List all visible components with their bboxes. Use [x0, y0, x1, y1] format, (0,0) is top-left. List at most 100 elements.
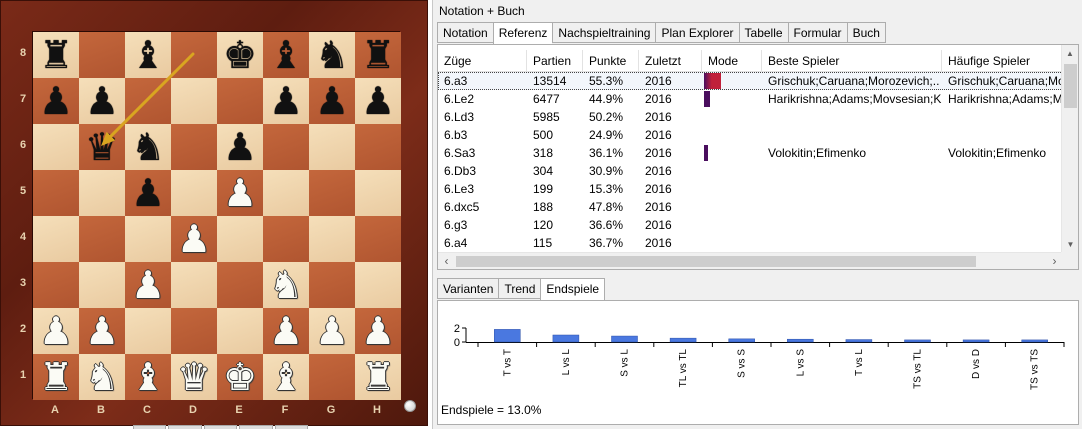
square-d3[interactable] [171, 262, 217, 308]
square-f5[interactable] [263, 170, 309, 216]
square-h2[interactable]: ♟ [355, 308, 401, 354]
square-c7[interactable] [125, 78, 171, 124]
white-knight-icon[interactable]: ♞ [85, 354, 119, 400]
white-bishop-icon[interactable]: ♝ [131, 354, 165, 400]
black-bishop-icon[interactable]: ♝ [131, 32, 165, 78]
board-bottom-tabs[interactable] [133, 425, 309, 429]
square-e4[interactable] [217, 216, 263, 262]
square-d7[interactable] [171, 78, 217, 124]
black-pawn-icon[interactable]: ♟ [361, 78, 395, 124]
black-pawn-icon[interactable]: ♟ [269, 78, 303, 124]
black-pawn-icon[interactable]: ♟ [223, 124, 257, 170]
tab-varianten[interactable]: Varianten [437, 278, 499, 299]
table-row[interactable]: 6.Ld3 5985 50.2% 2016 [438, 108, 1063, 126]
square-g2[interactable]: ♟ [309, 308, 355, 354]
chess-board[interactable]: ♜ ♝ ♚ ♝ ♞ ♜ ♟ ♟ ♟ ♟ ♟ ♛ ♞ ♟ ♟ ♟ ♟ ♟ ♞ ♟ ♟ ♟ ♟ ♟ ♜ ♞ ♝ ♛ ♚ ♝ ♜ [32, 31, 401, 400]
horizontal-scrollbar[interactable]: ‹ › [438, 252, 1063, 269]
square-c6[interactable]: ♞ [125, 124, 171, 170]
square-g1[interactable] [309, 354, 355, 400]
square-c5[interactable]: ♟ [125, 170, 171, 216]
square-h1[interactable]: ♜ [355, 354, 401, 400]
white-rook-icon[interactable]: ♜ [361, 354, 395, 400]
square-b8[interactable] [79, 32, 125, 78]
tab-tabelle[interactable]: Tabelle [738, 22, 788, 43]
square-b1[interactable]: ♞ [79, 354, 125, 400]
square-g7[interactable]: ♟ [309, 78, 355, 124]
square-d1[interactable]: ♛ [171, 354, 217, 400]
square-e6[interactable]: ♟ [217, 124, 263, 170]
square-e1[interactable]: ♚ [217, 354, 263, 400]
black-queen-icon[interactable]: ♛ [85, 124, 119, 170]
square-e8[interactable]: ♚ [217, 32, 263, 78]
white-pawn-icon[interactable]: ♟ [39, 308, 73, 354]
square-g5[interactable] [309, 170, 355, 216]
square-g4[interactable] [309, 216, 355, 262]
black-knight-icon[interactable]: ♞ [315, 32, 349, 78]
white-bishop-icon[interactable]: ♝ [269, 354, 303, 400]
white-queen-icon[interactable]: ♛ [177, 354, 211, 400]
black-pawn-icon[interactable]: ♟ [39, 78, 73, 124]
square-a5[interactable] [33, 170, 79, 216]
square-e2[interactable] [217, 308, 263, 354]
square-h6[interactable] [355, 124, 401, 170]
square-g8[interactable]: ♞ [309, 32, 355, 78]
black-king-icon[interactable]: ♚ [223, 32, 257, 78]
white-pawn-icon[interactable]: ♟ [177, 216, 211, 262]
scroll-left-icon[interactable]: ‹ [438, 253, 455, 270]
black-rook-icon[interactable]: ♜ [39, 32, 73, 78]
vertical-scrollbar[interactable]: ▲ ▼ [1061, 45, 1078, 253]
column-header[interactable]: Partien [527, 50, 583, 71]
white-rook-icon[interactable]: ♜ [39, 354, 73, 400]
vertical-scroll-thumb[interactable] [1064, 64, 1077, 108]
tab-plan-explorer[interactable]: Plan Explorer [655, 22, 739, 43]
white-pawn-icon[interactable]: ♟ [131, 262, 165, 308]
square-a4[interactable] [33, 216, 79, 262]
square-b6[interactable]: ♛ [79, 124, 125, 170]
square-f4[interactable] [263, 216, 309, 262]
table-row[interactable]: 6.g3 120 36.6% 2016 [438, 216, 1063, 234]
tab-endspiele[interactable]: Endspiele [540, 278, 606, 300]
white-pawn-icon[interactable]: ♟ [269, 308, 303, 354]
tab-formular[interactable]: Formular [787, 22, 847, 43]
square-b2[interactable]: ♟ [79, 308, 125, 354]
square-f7[interactable]: ♟ [263, 78, 309, 124]
square-h7[interactable]: ♟ [355, 78, 401, 124]
tab-trend[interactable]: Trend [498, 278, 541, 299]
square-d2[interactable] [171, 308, 217, 354]
column-header[interactable]: Zuletzt [639, 50, 702, 71]
square-c3[interactable]: ♟ [125, 262, 171, 308]
square-a1[interactable]: ♜ [33, 354, 79, 400]
column-header[interactable]: Beste Spieler [762, 50, 942, 71]
table-row[interactable]: 6.a4 115 36.7% 2016 [438, 234, 1063, 252]
square-h5[interactable] [355, 170, 401, 216]
square-c2[interactable] [125, 308, 171, 354]
tab-referenz[interactable]: Referenz [492, 22, 553, 44]
horizontal-scroll-thumb[interactable] [456, 256, 976, 267]
square-f3[interactable]: ♞ [263, 262, 309, 308]
square-f6[interactable] [263, 124, 309, 170]
table-row[interactable]: 6.b3 500 24.9% 2016 [438, 126, 1063, 144]
white-pawn-icon[interactable]: ♟ [361, 308, 395, 354]
square-a6[interactable] [33, 124, 79, 170]
square-a8[interactable]: ♜ [33, 32, 79, 78]
table-row[interactable]: 6.Sa3 318 36.1% 2016 Volokitin;Efimenko Volok… [438, 144, 1063, 162]
square-a3[interactable] [33, 262, 79, 308]
square-d8[interactable] [171, 32, 217, 78]
square-g6[interactable] [309, 124, 355, 170]
square-f1[interactable]: ♝ [263, 354, 309, 400]
black-pawn-icon[interactable]: ♟ [131, 170, 165, 216]
square-h8[interactable]: ♜ [355, 32, 401, 78]
tab-nachspieltraining[interactable]: Nachspieltraining [552, 22, 656, 43]
square-c4[interactable] [125, 216, 171, 262]
white-pawn-icon[interactable]: ♟ [85, 308, 119, 354]
black-pawn-icon[interactable]: ♟ [315, 78, 349, 124]
square-a7[interactable]: ♟ [33, 78, 79, 124]
white-king-icon[interactable]: ♚ [223, 354, 257, 400]
square-h4[interactable] [355, 216, 401, 262]
table-row[interactable]: 6.Db3 304 30.9% 2016 [438, 162, 1063, 180]
square-d5[interactable] [171, 170, 217, 216]
scroll-up-icon[interactable]: ▲ [1062, 45, 1078, 62]
square-f8[interactable]: ♝ [263, 32, 309, 78]
table-row[interactable]: 6.Le3 199 15.3% 2016 [438, 180, 1063, 198]
column-header[interactable]: Häufige Spieler [942, 50, 1063, 71]
